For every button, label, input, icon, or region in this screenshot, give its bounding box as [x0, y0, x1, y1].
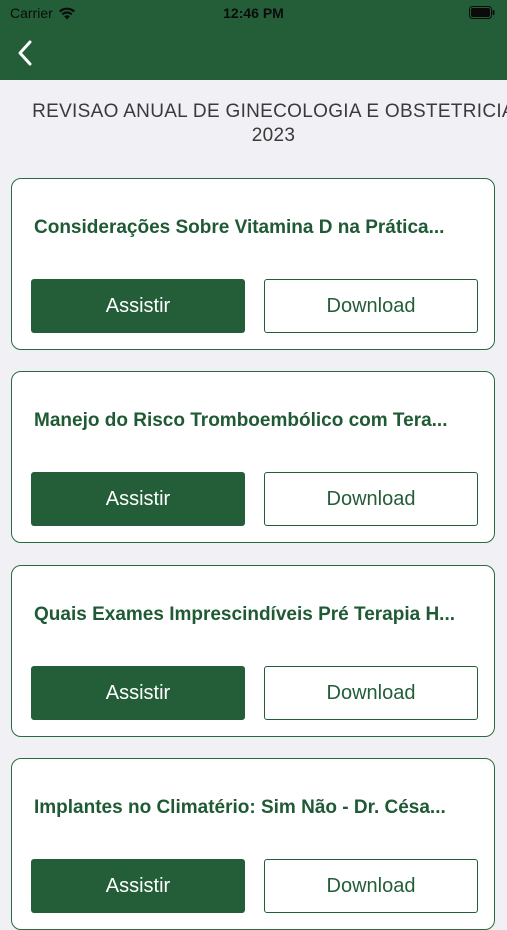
lecture-title: Quais Exames Imprescindíveis Pré Terapia…	[34, 604, 456, 625]
watch-button[interactable]: Assistir	[31, 859, 245, 913]
battery-icon	[469, 6, 495, 19]
lecture-card: Implantes no Climatério: Sim Não - Dr. C…	[11, 758, 495, 930]
watch-button[interactable]: Assistir	[31, 666, 245, 720]
download-button[interactable]: Download	[264, 666, 478, 720]
page-title: REVISAO ANUAL DE GINECOLOGIA E OBSTETRIC…	[32, 101, 507, 146]
watch-button[interactable]: Assistir	[31, 279, 245, 333]
lecture-card: Considerações Sobre Vitamina D na Prátic…	[11, 178, 495, 350]
download-button[interactable]: Download	[264, 859, 478, 913]
download-button[interactable]: Download	[264, 279, 478, 333]
lecture-title: Considerações Sobre Vitamina D na Prátic…	[34, 217, 445, 238]
lecture-card: Quais Exames Imprescindíveis Pré Terapia…	[11, 565, 495, 737]
lecture-title: Implantes no Climatério: Sim Não - Dr. C…	[34, 797, 446, 818]
watch-button[interactable]: Assistir	[31, 472, 245, 526]
lecture-title: Manejo do Risco Tromboembólico com Tera.…	[34, 410, 448, 431]
download-button[interactable]: Download	[264, 472, 478, 526]
chevron-left-icon	[18, 40, 32, 66]
status-time: 12:46 PM	[223, 5, 284, 21]
status-bar: Carrier 12:46 PM	[0, 0, 507, 28]
navigation-bar: Carrier 12:46 PM	[0, 0, 507, 80]
back-button[interactable]	[10, 36, 40, 70]
lecture-card: Manejo do Risco Tromboembólico com Tera.…	[11, 371, 495, 543]
